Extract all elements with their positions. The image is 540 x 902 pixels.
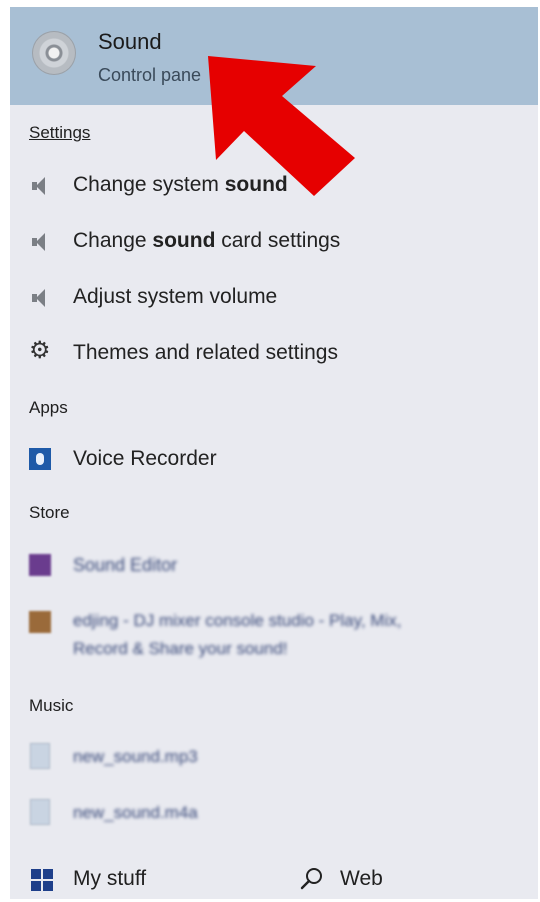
settings-item-change-sound-card[interactable]: Change sound card settings (10, 217, 538, 267)
music-file-icon (30, 743, 50, 769)
web-label: Web (340, 867, 383, 890)
top-result-sound[interactable]: Sound Control pane (10, 7, 538, 105)
section-settings-header[interactable]: Settings (29, 123, 90, 143)
speaker-icon (32, 176, 46, 196)
voice-recorder-icon (29, 448, 51, 470)
music-file-icon (30, 799, 50, 825)
music-item[interactable]: new_sound.mp3 (10, 733, 538, 783)
apps-item-voice-recorder[interactable]: Voice Recorder (10, 435, 538, 485)
search-icon (300, 868, 322, 890)
store-item-edjing[interactable]: edjing - DJ mixer console studio - Play,… (10, 599, 538, 669)
settings-item-label: Change sound card settings (73, 229, 341, 252)
gear-icon: ⚙ (29, 337, 51, 364)
settings-item-adjust-volume[interactable]: Adjust system volume (10, 273, 538, 323)
section-store-header: Store (29, 503, 70, 522)
app-label: Voice Recorder (73, 447, 217, 470)
settings-item-change-system-sounds[interactable]: Change system sound (10, 161, 538, 211)
store-item-label-line2: Record & Share your sound! (73, 639, 288, 658)
windows-icon (31, 869, 53, 891)
section-music-header: Music (29, 696, 74, 715)
store-item-label: Sound Editor (73, 555, 178, 575)
store-item-label-line1: edjing - DJ mixer console studio - Play,… (73, 611, 402, 630)
settings-item-label: Change system sound (73, 173, 288, 196)
settings-item-themes[interactable]: ⚙ Themes and related settings (10, 329, 538, 379)
speaker-icon (32, 232, 46, 252)
my-stuff-button[interactable]: My stuff (10, 857, 270, 899)
store-item-sound-editor[interactable]: Sound Editor (10, 541, 538, 591)
top-result-subtitle: Control pane (98, 65, 202, 85)
search-scope-bar: My stuff Web (10, 857, 538, 899)
my-stuff-label: My stuff (73, 867, 147, 890)
music-item[interactable]: new_sound.m4a (10, 789, 538, 839)
top-result-title: Sound (98, 29, 162, 54)
store-app-icon (29, 611, 51, 633)
speaker-disc-icon (32, 31, 76, 75)
web-button[interactable]: Web (290, 857, 530, 899)
settings-item-label: Adjust system volume (73, 285, 278, 308)
section-apps-header: Apps (29, 398, 68, 417)
speaker-icon (32, 288, 46, 308)
store-app-icon (29, 554, 51, 576)
settings-item-label: Themes and related settings (73, 341, 338, 364)
music-item-label: new_sound.mp3 (73, 747, 198, 766)
music-item-label: new_sound.m4a (73, 803, 198, 822)
search-results-panel: Sound Control pane Settings Change syste… (10, 7, 538, 899)
